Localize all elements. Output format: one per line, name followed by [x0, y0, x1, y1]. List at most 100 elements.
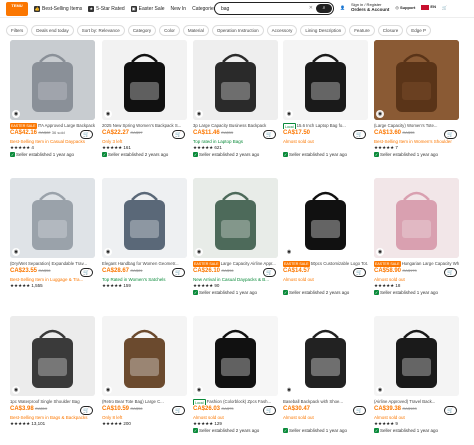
product-image[interactable]: ◉ [102, 40, 187, 120]
filter-chip[interactable]: Closure [377, 25, 404, 36]
add-to-cart-button[interactable]: 🛒 [263, 268, 276, 277]
camera-search-icon[interactable]: ◉ [195, 386, 203, 394]
camera-search-icon[interactable]: ◉ [376, 110, 384, 118]
account-menu[interactable]: Sign in / Register Orders & Account [351, 2, 389, 12]
product-title[interactable]: 2025 New Spring Women's Backpack S... [102, 123, 187, 129]
add-to-cart-button[interactable]: 🛒 [80, 406, 93, 415]
add-to-cart-button[interactable]: 🛒 [263, 130, 276, 139]
filter-chip[interactable]: Sort by: Relevance [76, 25, 125, 36]
filter-chip[interactable]: Feature [349, 25, 375, 36]
product-card[interactable]: ◉ Baseball Backpack with Shoe... CA$30.47 … [283, 316, 368, 434]
product-image[interactable]: ◉ [10, 178, 95, 258]
filter-chip[interactable]: Edge P [406, 25, 431, 36]
add-to-cart-button[interactable]: 🛒 [444, 130, 457, 139]
product-image[interactable]: ◉ [283, 40, 368, 120]
product-title[interactable]: EASTER SALE ITA Approved Large Backpack [10, 123, 95, 129]
product-title[interactable]: Elegant Handbag for Women Geometr... [102, 261, 187, 267]
camera-search-icon[interactable]: ◉ [285, 386, 293, 394]
product-title[interactable]: (Large Capacity) Women's Tote... [374, 123, 459, 129]
product-card[interactable]: ◉ Elegant Handbag for Women Geometr... CA$… [102, 178, 187, 289]
cart-icon[interactable]: 🛒 [442, 5, 447, 10]
search-input[interactable]: bag ✕ ⌕ [214, 2, 334, 15]
product-title[interactable]: (Airline Approved) Travel Back... [374, 399, 459, 405]
nav-new-in[interactable]: New In [171, 6, 187, 12]
product-card[interactable]: ◉ (Airline Approved) Travel Back... CA$39.… [374, 316, 459, 434]
product-image[interactable]: ◉ [10, 40, 95, 120]
camera-search-icon[interactable]: ◉ [195, 248, 203, 256]
search-button[interactable]: ⌕ [316, 4, 332, 13]
product-image[interactable]: ◉ [10, 316, 95, 396]
add-to-cart-button[interactable]: 🛒 [444, 268, 457, 277]
nav-5-star[interactable]: ★ 5-Star Rated [88, 5, 125, 12]
product-title[interactable]: (Dry/Wet Separation) Expandable Trav... [10, 261, 95, 267]
filter-chip[interactable]: Deals end today [31, 25, 74, 36]
product-card[interactable]: ◉ (Large Capacity) Women's Tote... CA$13.6… [374, 40, 459, 158]
add-to-cart-button[interactable]: 🛒 [172, 268, 185, 277]
add-to-cart-button[interactable]: 🛒 [172, 130, 185, 139]
product-card[interactable]: ◉ Local 15.6 Inch Laptop Bag fo... CA$17.50… [283, 40, 368, 158]
camera-search-icon[interactable]: ◉ [104, 386, 112, 394]
product-image[interactable]: ◉ [283, 178, 368, 258]
product-card[interactable]: ◉ EASTER SALE ITA Approved Large Backpack C… [10, 40, 95, 158]
product-card[interactable]: ◉ EASTER SALE 50pcs Customizable Logo Tot.… [283, 178, 368, 296]
filter-chip[interactable]: Filters [6, 25, 29, 36]
user-icon[interactable]: 👤 [340, 5, 345, 10]
support-link[interactable]: ◎ Support [395, 5, 415, 10]
add-to-cart-button[interactable]: 🛒 [353, 268, 366, 277]
language-selector[interactable]: EN [421, 4, 436, 10]
nav-easter-sale[interactable]: ▣ Easter Sale [130, 5, 165, 12]
add-to-cart-button[interactable]: 🛒 [80, 130, 93, 139]
product-card[interactable]: ◉ EASTER SALEHungarian Large Capacity Whe… [374, 178, 459, 296]
product-image[interactable]: ◉ [193, 178, 278, 258]
product-image[interactable]: ◉ [102, 178, 187, 258]
filter-chip[interactable]: Lining Description [300, 25, 347, 36]
product-title[interactable]: 3p Large Capacity Business Backpack [193, 123, 278, 129]
product-image[interactable]: ◉ [374, 316, 459, 396]
product-card[interactable]: ◉ 1pc Waterproof Single Shoulder Bag CA$3.… [10, 316, 95, 427]
camera-search-icon[interactable]: ◉ [12, 248, 20, 256]
product-card[interactable]: ◉ EASTER SALE Large Capacity Airline Appr.… [193, 178, 278, 296]
product-card[interactable]: ◉ (Retro Bear Tote Bag) Large C... CA$10.5… [102, 316, 187, 427]
filter-chip[interactable]: Material [182, 25, 209, 36]
camera-search-icon[interactable]: ◉ [12, 110, 20, 118]
camera-search-icon[interactable]: ◉ [285, 110, 293, 118]
product-card[interactable]: ◉ Local Fashion (Colorblock) Zpcs Fash... C… [193, 316, 278, 434]
filter-chip[interactable]: Operation Instruction [211, 25, 264, 36]
product-card[interactable]: ◉ 2025 New Spring Women's Backpack S... CA… [102, 40, 187, 158]
filter-chip[interactable]: Accessory [266, 25, 298, 36]
clear-icon[interactable]: ✕ [309, 5, 313, 11]
product-image[interactable]: ◉ [374, 40, 459, 120]
add-to-cart-button[interactable]: 🛒 [444, 406, 457, 415]
filter-chip[interactable]: Color [159, 25, 180, 36]
camera-search-icon[interactable]: ◉ [195, 110, 203, 118]
product-title[interactable]: 1pc Waterproof Single Shoulder Bag [10, 399, 95, 405]
add-to-cart-button[interactable]: 🛒 [353, 130, 366, 139]
product-title[interactable]: Local Fashion (Colorblock) Zpcs Fash... [193, 399, 278, 405]
camera-search-icon[interactable]: ◉ [104, 248, 112, 256]
product-image[interactable]: ◉ [102, 316, 187, 396]
product-title[interactable]: (Retro Bear Tote Bag) Large C... [102, 399, 187, 405]
product-title[interactable]: EASTER SALE Large Capacity Airline Appr..… [193, 261, 278, 267]
product-image[interactable]: ◉ [283, 316, 368, 396]
add-to-cart-button[interactable]: 🛒 [172, 406, 185, 415]
camera-search-icon[interactable]: ◉ [104, 110, 112, 118]
product-image[interactable]: ◉ [193, 316, 278, 396]
temu-logo[interactable]: TEMU [6, 1, 28, 16]
product-title[interactable]: EASTER SALE 50pcs Customizable Logo Tot..… [283, 261, 368, 267]
filter-chip[interactable]: Category [127, 25, 157, 36]
camera-search-icon[interactable]: ◉ [376, 386, 384, 394]
product-title[interactable]: Local 15.6 Inch Laptop Bag fo... [283, 123, 368, 129]
product-card[interactable]: ◉ 3p Large Capacity Business Backpack CA$1… [193, 40, 278, 158]
add-to-cart-button[interactable]: 🛒 [353, 406, 366, 415]
product-image[interactable]: ◉ [193, 40, 278, 120]
camera-search-icon[interactable]: ◉ [285, 248, 293, 256]
product-card[interactable]: ◉ (Dry/Wet Separation) Expandable Trav...… [10, 178, 95, 289]
add-to-cart-button[interactable]: 🛒 [263, 406, 276, 415]
product-title[interactable]: EASTER SALEHungarian Large Capacity Whee… [374, 261, 459, 267]
add-to-cart-button[interactable]: 🛒 [80, 268, 93, 277]
nav-best-selling[interactable]: 👍 Best-Selling Items [34, 5, 82, 12]
product-image[interactable]: ◉ [374, 178, 459, 258]
product-title[interactable]: Baseball Backpack with Shoe... [283, 399, 368, 405]
camera-search-icon[interactable]: ◉ [376, 248, 384, 256]
camera-search-icon[interactable]: ◉ [12, 386, 20, 394]
